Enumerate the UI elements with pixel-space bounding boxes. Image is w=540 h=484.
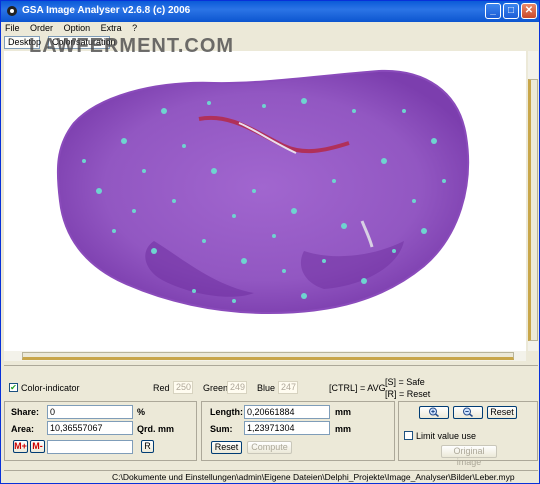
horizontal-scroll-thumb[interactable] — [22, 352, 514, 360]
red-value: 250 — [173, 381, 193, 394]
share-field[interactable]: 0 — [47, 405, 133, 419]
zoom-in-icon — [429, 407, 439, 418]
area-unit: Qrd. mm — [137, 424, 175, 434]
vertical-scrollbar[interactable] — [528, 51, 538, 351]
red-label: Red — [153, 383, 170, 393]
watermark: LAWFERMENT.COM — [29, 35, 235, 57]
minimize-button[interactable]: _ — [485, 3, 501, 19]
app-icon — [7, 6, 17, 16]
limit-value-label: Limit value use — [416, 431, 477, 441]
ctrl-hint: [CTRL] = AVG — [329, 383, 386, 393]
length-label: Length: — [210, 407, 243, 417]
share-unit: % — [137, 407, 146, 417]
compute-button[interactable]: Compute — [247, 441, 292, 454]
image-viewport[interactable] — [4, 51, 526, 351]
divider — [4, 365, 538, 366]
share-label: Share: — [11, 407, 40, 417]
color-indicator-checkbox[interactable]: ✔ — [9, 383, 18, 392]
zoom-in-button[interactable] — [419, 406, 449, 419]
area-label: Area: — [11, 424, 35, 434]
r-button[interactable]: R — [141, 440, 154, 453]
marker-minus-button[interactable]: M- — [30, 440, 45, 453]
sum-label: Sum: — [210, 424, 233, 434]
title-bar[interactable]: GSA Image Analyser v2.6.8 (c) 2006 _ □ ✕ — [1, 1, 539, 22]
limit-value-checkbox[interactable] — [404, 431, 413, 440]
blue-value: 247 — [278, 381, 298, 394]
original-image-button[interactable]: Original image — [441, 445, 497, 467]
menu-help[interactable]: ? — [132, 23, 137, 33]
vertical-scroll-thumb[interactable] — [528, 79, 538, 341]
sum-unit: mm — [335, 424, 352, 434]
zoom-reset-button[interactable]: Reset — [487, 406, 517, 419]
status-bar: C:\Dokumente und Einstellungen\admin\Eig… — [4, 470, 538, 484]
reset-button[interactable]: Reset — [211, 441, 242, 454]
app-window: GSA Image Analyser v2.6.8 (c) 2006 _ □ ✕… — [0, 0, 540, 484]
zoom-out-icon — [463, 407, 473, 418]
horizontal-scrollbar[interactable] — [4, 351, 526, 361]
reset-hint: [R] = Reset — [385, 389, 431, 399]
zoom-out-button[interactable] — [453, 406, 483, 419]
marker-field[interactable] — [47, 440, 133, 454]
green-label: Green — [203, 383, 229, 393]
area-field[interactable]: 10,36557067 — [47, 421, 133, 435]
menu-option[interactable]: Option — [64, 23, 91, 33]
sum-field[interactable]: 1,23971304 — [244, 421, 330, 435]
status-file-path: C:\Dokumente und Einstellungen\admin\Eig… — [112, 472, 515, 482]
blue-label: Blue — [257, 383, 276, 393]
menu-bar: File Order Option Extra ? — [5, 23, 145, 35]
tissue-image — [56, 69, 470, 315]
length-unit: mm — [335, 407, 352, 417]
green-value: 249 — [227, 381, 247, 394]
length-field[interactable]: 0,20661884 — [244, 405, 330, 419]
window-title: GSA Image Analyser v2.6.8 (c) 2006 — [22, 5, 191, 16]
marker-plus-button[interactable]: M+ — [13, 440, 28, 453]
color-indicator-label: Color-indicator — [21, 383, 80, 393]
safe-hint: [S] = Safe — [385, 377, 425, 387]
menu-order[interactable]: Order — [30, 23, 53, 33]
menu-extra[interactable]: Extra — [101, 23, 122, 33]
maximize-button[interactable]: □ — [503, 3, 519, 19]
menu-file[interactable]: File — [5, 23, 20, 33]
close-button[interactable]: ✕ — [521, 3, 537, 19]
